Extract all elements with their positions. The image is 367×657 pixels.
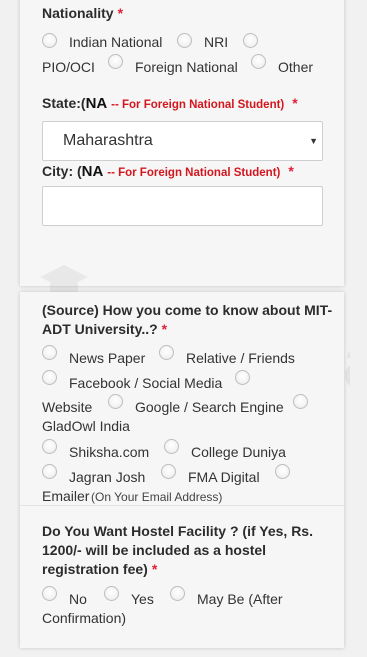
radio-gladowl[interactable]	[293, 394, 308, 409]
option-label: Other	[278, 59, 314, 75]
radio-hostel-no[interactable]	[42, 586, 57, 601]
option-label: PIO/OCI	[42, 59, 95, 75]
option-label: Shiksha.com	[69, 444, 150, 460]
state-label: State:(NA -- For Foreign National Studen…	[42, 93, 298, 115]
radio-hostel-maybe[interactable]	[170, 586, 185, 601]
radio-website[interactable]	[235, 370, 250, 385]
option-label: News Paper	[69, 350, 146, 366]
radio-hostel-yes[interactable]	[104, 586, 119, 601]
hostel-label-text: registration fee)	[42, 561, 148, 577]
radio-facebook[interactable]	[42, 370, 57, 385]
source-label-line2: ADT University..? *	[42, 319, 167, 339]
city-input[interactable]	[42, 186, 323, 226]
city-label: City: (NA -- For Foreign National Studen…	[42, 161, 294, 183]
section-divider	[20, 505, 344, 506]
personal-details-card: Nationality * Indian National NRI PIO/OCI…	[20, 0, 344, 286]
source-label-line1: (Source) How you come to know about MIT-	[42, 302, 333, 318]
city-note: -- For Foreign National Student)	[107, 167, 281, 179]
na-text: NA	[81, 163, 104, 180]
additional-info-card: (Source) How you come to know about MIT-…	[20, 292, 344, 648]
required-asterisk: *	[161, 321, 168, 337]
radio-fma-digital[interactable]	[161, 464, 176, 479]
radio-nri[interactable]	[177, 33, 192, 48]
radio-shiksha[interactable]	[42, 439, 57, 454]
option-label: Confirmation)	[42, 610, 127, 626]
hostel-label-line1: Do You Want Hostel Facility ? (if Yes, R…	[42, 523, 313, 539]
option-label: May Be (After	[197, 591, 283, 607]
hostel-label-line3: registration fee) *	[42, 559, 157, 579]
option-label: FMA Digital	[188, 469, 260, 485]
radio-pio-oci[interactable]	[243, 33, 258, 48]
nationality-label-text: Nationality	[42, 5, 114, 21]
option-label: Google / Search Engine	[135, 399, 284, 415]
option-label: Relative / Friends	[186, 350, 295, 366]
required-asterisk: *	[288, 163, 294, 179]
option-label: College Duniya	[191, 444, 286, 460]
option-label: Website	[42, 399, 93, 415]
state-select[interactable]: Maharashtra ▼	[42, 121, 323, 161]
option-label: Yes	[131, 591, 154, 607]
radio-foreign-national[interactable]	[108, 54, 123, 69]
option-label: GladOwl India	[42, 418, 130, 434]
city-label-text: City:	[42, 163, 77, 179]
state-label-text: State:	[42, 95, 81, 111]
option-label: Emailer	[42, 488, 90, 504]
radio-jagran-josh[interactable]	[42, 464, 57, 479]
state-note: -- For Foreign National Student)	[111, 99, 285, 111]
option-label: Jagran Josh	[69, 469, 146, 485]
radio-indian-national[interactable]	[42, 33, 57, 48]
option-label: Facebook / Social Media	[69, 375, 223, 391]
chevron-down-icon: ▼	[309, 136, 318, 146]
radio-relative-friends[interactable]	[159, 345, 174, 360]
radio-other[interactable]	[251, 54, 266, 69]
required-asterisk: *	[117, 5, 124, 21]
radio-news-paper[interactable]	[42, 345, 57, 360]
radio-emailer[interactable]	[275, 464, 290, 479]
radio-google[interactable]	[108, 394, 123, 409]
option-label: NRI	[204, 34, 229, 50]
na-text: NA	[85, 95, 108, 112]
option-label: No	[69, 591, 87, 607]
hostel-label-line2: 1200/- will be included as a hostel	[42, 542, 267, 558]
state-selected-value: Maharashtra	[63, 132, 153, 149]
required-asterisk: *	[292, 95, 298, 111]
required-asterisk: *	[151, 561, 158, 577]
nationality-label: Nationality *	[42, 3, 123, 23]
option-label: Foreign National	[135, 59, 238, 75]
option-label: Indian National	[69, 34, 163, 50]
radio-college-duniya[interactable]	[164, 439, 179, 454]
source-label-text: ADT University..?	[42, 321, 158, 337]
